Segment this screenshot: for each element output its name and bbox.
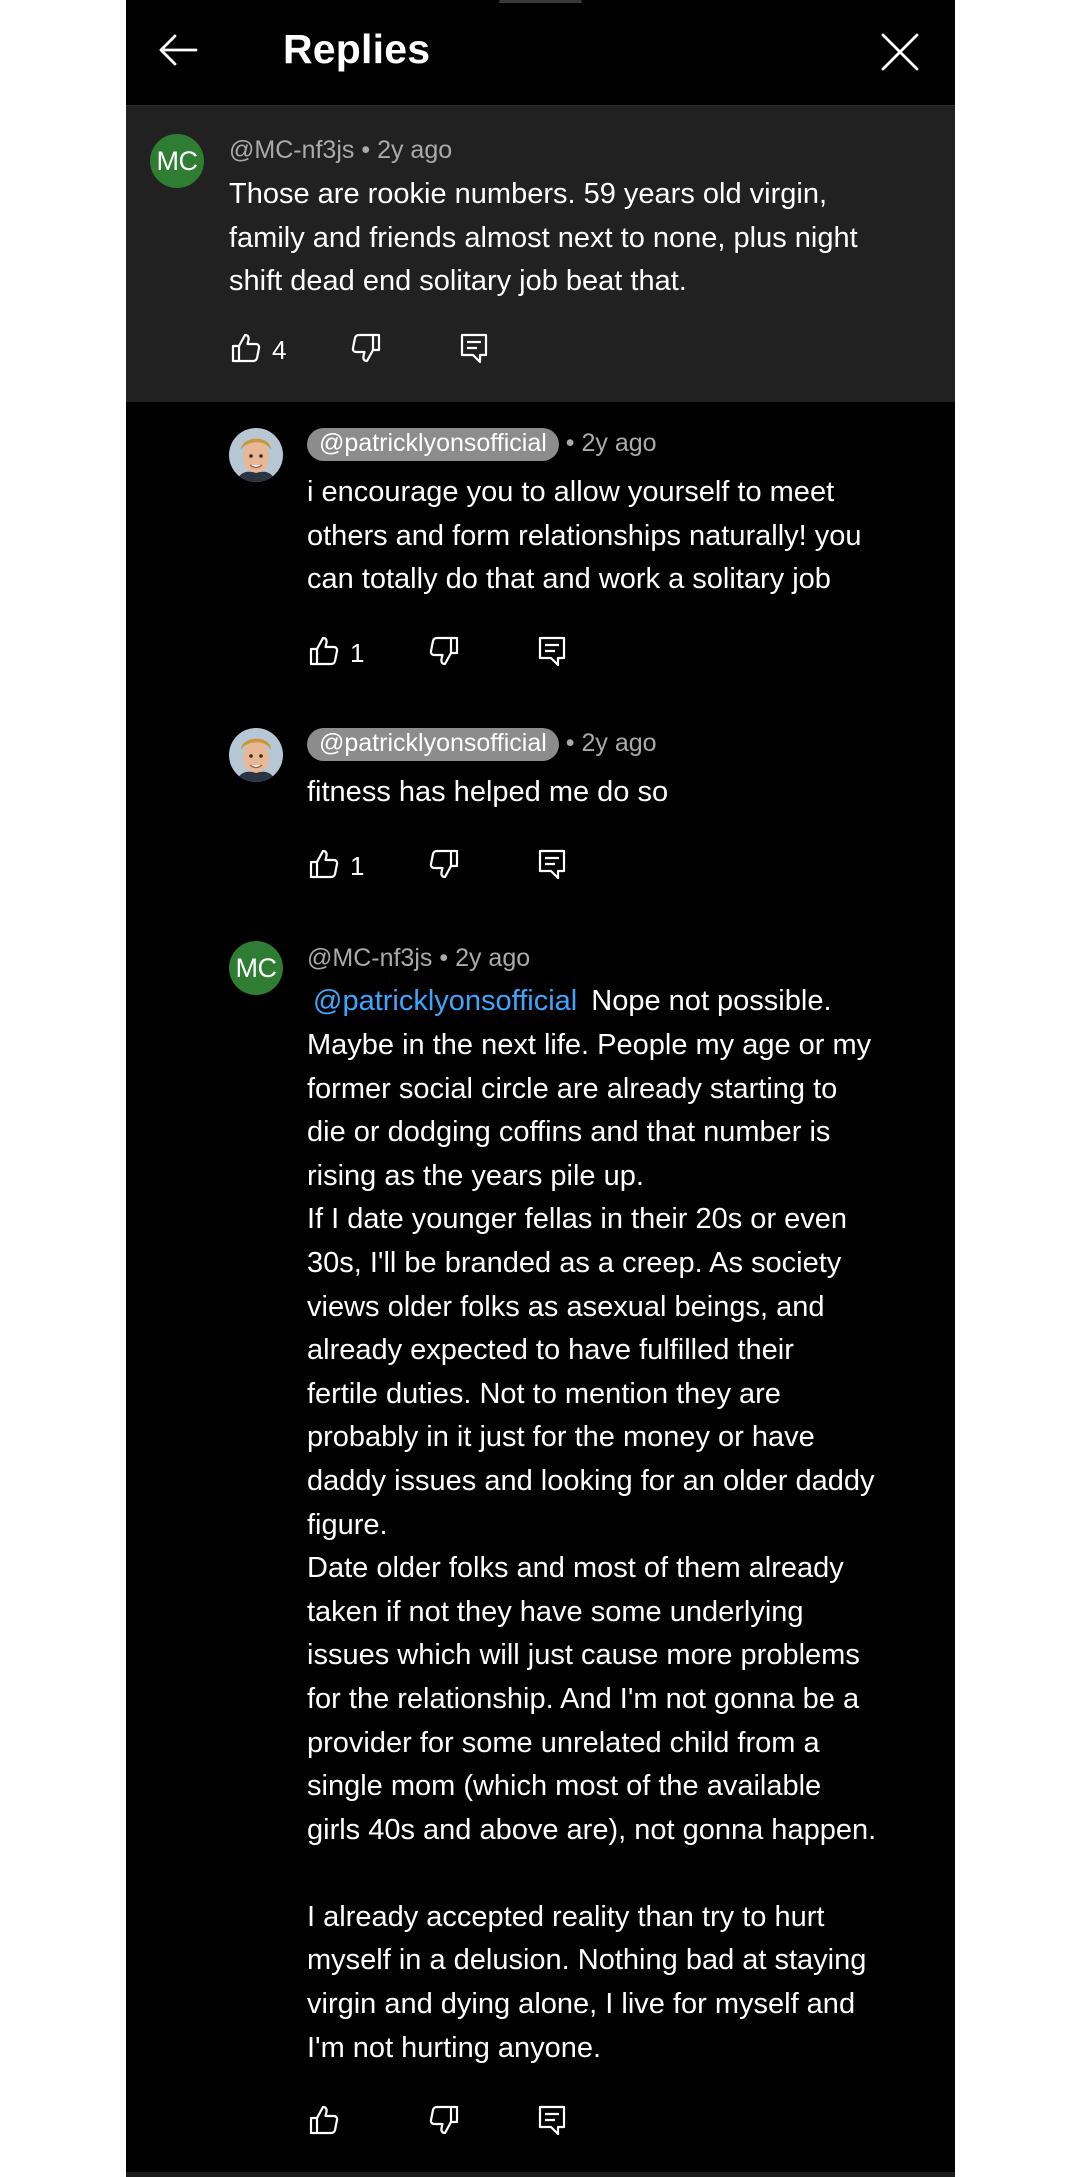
- comment-meta: @MC-nf3js • 2y ago: [307, 944, 530, 973]
- close-button[interactable]: [878, 30, 922, 74]
- dislike-button[interactable]: [350, 332, 382, 369]
- comment-text: Maybe in the next life. People my age or…: [307, 1029, 877, 2064]
- avatar[interactable]: MC: [229, 941, 283, 995]
- thumbs-up-icon: [308, 2104, 340, 2136]
- dislike-button[interactable]: [428, 848, 460, 885]
- bottom-divider: [126, 2172, 955, 2177]
- avatar[interactable]: [229, 728, 283, 782]
- close-icon: [881, 33, 919, 71]
- comment-meta: @patricklyonsofficial • 2y ago: [307, 428, 657, 461]
- comment-author[interactable]: @MC-nf3js: [307, 944, 432, 972]
- meta-separator: •: [361, 136, 371, 164]
- thumbs-down-icon: [428, 848, 460, 880]
- reply-comment-icon: [536, 635, 568, 667]
- meta-separator: •: [439, 944, 449, 972]
- reply-button[interactable]: [536, 848, 568, 885]
- comment-time: 2y ago: [377, 136, 453, 164]
- back-button[interactable]: [156, 28, 200, 72]
- thumbs-up-icon: [308, 635, 340, 667]
- comment-time: 2y ago: [455, 944, 531, 972]
- arrow-left-icon: [159, 34, 198, 66]
- dislike-button[interactable]: [428, 635, 460, 672]
- reply-comment-icon: [536, 848, 568, 880]
- page-title: Replies: [283, 26, 431, 72]
- profile-photo: [229, 428, 283, 482]
- meta-separator: •: [565, 729, 575, 757]
- thumbs-down-icon: [428, 635, 460, 667]
- comment-text: fitness has helped me do so: [307, 776, 669, 808]
- creator-author-chip[interactable]: @patricklyonsofficial: [307, 728, 559, 761]
- comment-text-start: Nope not possible.: [591, 985, 832, 1017]
- like-count: 4: [272, 335, 287, 365]
- avatar[interactable]: [229, 428, 283, 482]
- comment-author[interactable]: @MC-nf3js: [229, 136, 354, 164]
- like-count: 1: [350, 851, 365, 881]
- reply-button[interactable]: [536, 635, 568, 672]
- profile-photo: [229, 728, 283, 782]
- comment-first-line: @patricklyonsofficial Nope not possible.: [307, 980, 947, 1024]
- comment-meta: @MC-nf3js • 2y ago: [229, 136, 452, 165]
- reply-comment-icon: [536, 2104, 568, 2136]
- comment-meta: @patricklyonsofficial • 2y ago: [307, 728, 657, 761]
- parent-comment: MC @MC-nf3js • 2y ago Those are rookie n…: [126, 106, 955, 402]
- thumbs-down-icon: [350, 332, 382, 364]
- thumbs-up-icon: [230, 332, 262, 364]
- comment-text: Those are rookie numbers. 59 years old v…: [229, 178, 858, 298]
- meta-separator: •: [565, 429, 575, 457]
- avatar[interactable]: MC: [150, 134, 204, 188]
- like-button[interactable]: [308, 635, 340, 672]
- like-button[interactable]: [308, 2104, 340, 2141]
- like-button[interactable]: [230, 332, 262, 369]
- comment-time: 2y ago: [581, 729, 657, 757]
- thumbs-up-icon: [308, 848, 340, 880]
- creator-author-chip[interactable]: @patricklyonsofficial: [307, 428, 559, 461]
- replies-panel: Replies MC @MC-nf3js • 2y ago Those are …: [126, 0, 955, 2177]
- mention-link[interactable]: @patricklyonsofficial: [313, 985, 577, 1017]
- thumbs-down-icon: [428, 2104, 460, 2136]
- reply-button[interactable]: [458, 332, 490, 369]
- replies-header: Replies: [126, 0, 955, 106]
- comment-time: 2y ago: [581, 429, 657, 457]
- like-count: 1: [350, 638, 365, 668]
- reply-comment-icon: [458, 332, 490, 364]
- reply-button[interactable]: [536, 2104, 568, 2141]
- dislike-button[interactable]: [428, 2104, 460, 2141]
- comment-text: i encourage you to allow yourself to mee…: [307, 476, 862, 596]
- like-button[interactable]: [308, 848, 340, 885]
